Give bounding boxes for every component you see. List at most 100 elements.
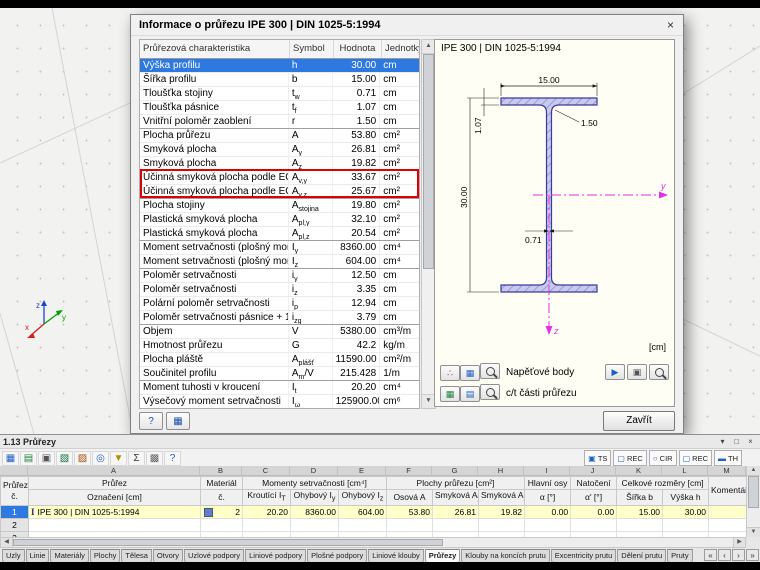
value-cell[interactable]: 0.00 — [524, 504, 572, 519]
property-row[interactable]: Plocha pláště Aplášť 11590.00 cm²/m — [140, 353, 419, 367]
stress-points-toggle[interactable]: ∴ — [440, 365, 460, 381]
tab[interactable]: Klouby na koncích prutu — [461, 549, 550, 562]
empty-cell[interactable] — [708, 517, 748, 532]
property-row[interactable]: Plastická smyková plocha Apl,y 32.10 cm² — [140, 213, 419, 227]
vertical-scrollbar[interactable]: ▲ ▼ — [746, 466, 760, 537]
panel-menu-icon[interactable]: ▾ — [716, 437, 729, 446]
value-cell[interactable]: 30.00 — [662, 504, 710, 519]
tab[interactable]: Excentricity prutu — [550, 549, 617, 562]
pattern-icon[interactable]: ▩ — [146, 450, 163, 466]
value-cell[interactable]: 53.80 — [386, 504, 434, 519]
empty-cell[interactable] — [662, 517, 710, 532]
property-row[interactable]: Účinná smyková plocha podle EC 3 Av,y 33.6… — [140, 171, 419, 185]
pointer-tool-button[interactable]: ▶ — [605, 364, 625, 380]
ct-parts-toggle[interactable]: ▦ — [440, 386, 460, 402]
stress-table-button[interactable]: ▦ — [166, 412, 190, 430]
tab[interactable]: Pruty — [667, 549, 693, 562]
zoom-window-button[interactable] — [649, 364, 669, 380]
empty-cell[interactable] — [570, 517, 618, 532]
property-row[interactable]: Tloušťka pásnice tf 1.07 cm — [140, 101, 419, 115]
stress-point-numbers-toggle[interactable]: ▦ — [460, 365, 480, 381]
property-row[interactable]: Objem V 5380.00 cm³/m — [140, 325, 419, 339]
scroll-down-icon[interactable]: ▼ — [747, 527, 760, 537]
scroll-up-icon[interactable]: ▲ — [747, 466, 760, 476]
property-row[interactable]: Tloušťka stojiny tw 0.71 cm — [140, 87, 419, 101]
dialog-close-icon[interactable]: × — [662, 18, 679, 33]
empty-cell[interactable] — [432, 517, 480, 532]
property-row[interactable]: Smyková plocha Ay 26.81 cm² — [140, 143, 419, 157]
property-row[interactable]: Smyková plocha Az 19.82 cm² — [140, 157, 419, 171]
tab[interactable]: Tělesa — [121, 549, 152, 562]
toggle-cir[interactable]: ○ CIR — [648, 450, 677, 466]
help-icon[interactable]: ? — [164, 450, 181, 466]
horizontal-scrollbar[interactable]: ◀ ▶ — [0, 537, 746, 548]
tab[interactable]: Uzlové podpory — [184, 549, 245, 562]
coordinate-system-button[interactable]: ▣ — [627, 364, 647, 380]
row-number[interactable]: 1 — [0, 504, 29, 519]
filter-icon[interactable]: ▼ — [110, 450, 127, 466]
dialog-titlebar[interactable]: Informace o průřezu IPE 300 | DIN 1025-5… — [131, 15, 683, 36]
section-drawing[interactable]: 15.00 30.00 1.07 1.50 0.71 y z — [437, 56, 672, 342]
nav-icon[interactable]: » — [746, 549, 759, 561]
value-cell[interactable]: 15.00 — [616, 504, 664, 519]
tab[interactable]: Otvory — [152, 549, 184, 562]
scroll-left-icon[interactable]: ◀ — [1, 538, 13, 547]
tab[interactable]: Liniové podpory — [245, 549, 307, 562]
import-icon[interactable]: ▨ — [74, 450, 91, 466]
panel-float-icon[interactable]: □ — [730, 437, 743, 446]
stress-points-zoom-button[interactable] — [480, 363, 500, 379]
property-row[interactable]: Moment tuhosti v kroucení It 20.20 cm⁴ — [140, 381, 419, 395]
help-button[interactable]: ? — [139, 412, 163, 430]
property-row[interactable]: Hmotnost průřezu G 42.2 kg/m — [140, 339, 419, 353]
property-row[interactable]: Vnitřní poloměr zaoblení r 1.50 cm — [140, 115, 419, 129]
value-cell[interactable]: 604.00 — [337, 504, 388, 519]
tab[interactable]: Liniové klouby — [368, 549, 424, 562]
tab[interactable]: Průřezy — [424, 549, 461, 562]
edit-table-icon[interactable]: ▦ — [2, 450, 19, 466]
close-button[interactable]: Zavřít — [603, 411, 675, 431]
ct-part-numbers-toggle[interactable]: ▤ — [460, 386, 480, 402]
tab[interactable]: Uzly — [2, 549, 25, 562]
tab[interactable]: Linie — [25, 549, 50, 562]
material-cell[interactable]: 2 — [200, 504, 243, 519]
tab[interactable]: Plošné podpory — [307, 549, 368, 562]
property-row[interactable]: Plocha průřezu A 53.80 cm² — [140, 129, 419, 143]
empty-cell[interactable] — [337, 517, 388, 532]
empty-cell[interactable] — [290, 517, 339, 532]
toggle-rec-1[interactable]: ▢ REC — [613, 450, 647, 466]
panel-titlebar[interactable]: 1.13 Průřezy ▾ □ × — [0, 435, 760, 449]
value-cell[interactable]: 26.81 — [432, 504, 480, 519]
row-number[interactable]: 2 — [0, 517, 29, 532]
tab[interactable]: Dělení prutu — [617, 549, 667, 562]
scrollbar-thumb[interactable] — [748, 476, 759, 508]
view-table-icon[interactable]: ▤ — [20, 450, 37, 466]
nav-icon[interactable]: « — [704, 549, 717, 561]
panel-close-icon[interactable]: × — [744, 437, 757, 446]
property-row[interactable]: Moment setrvačnosti (plošný moment 2. st… — [140, 255, 419, 269]
tab[interactable]: Materiály — [50, 549, 89, 562]
tab[interactable]: Plochy — [89, 549, 121, 562]
empty-cell[interactable] — [616, 517, 664, 532]
nav-icon[interactable]: › — [732, 549, 745, 561]
value-cell[interactable]: 0.00 — [570, 504, 618, 519]
scrollbar-thumb[interactable] — [13, 539, 443, 546]
property-row[interactable]: Poloměr setrvačnosti iy 12.50 cm — [140, 269, 419, 283]
property-row[interactable]: Výsečový moment setrvačnosti Iω 125900.00 c… — [140, 395, 419, 408]
property-row[interactable]: Šířka profilu b 15.00 cm — [140, 73, 419, 87]
property-row[interactable]: Polární poloměr setrvačnosti ip 12.94 cm — [140, 297, 419, 311]
property-row[interactable]: Poloměr setrvačnosti pásnice + 1/5 výšky… — [140, 311, 419, 325]
comment-cell[interactable] — [708, 504, 748, 519]
value-cell[interactable]: 19.82 — [478, 504, 526, 519]
ct-parts-zoom-button[interactable] — [480, 384, 500, 400]
print-icon[interactable]: ▣ — [38, 450, 55, 466]
workspace-canvas[interactable]: z y x Informace o průřezu IPE 300 | DIN … — [0, 8, 760, 562]
empty-cell[interactable] — [524, 517, 572, 532]
property-row[interactable]: Plocha stojiny Astojina 19.80 cm² — [140, 199, 419, 213]
toggle-rec-2[interactable]: ▢ REC — [678, 450, 712, 466]
property-row[interactable]: Moment setrvačnosti (plošný moment 2. st… — [140, 241, 419, 255]
property-row[interactable]: Účinná smyková plocha podle EC 3 Av,z 25.6… — [140, 185, 419, 199]
sum-icon[interactable]: Σ — [128, 450, 145, 466]
scrollbar-thumb[interactable] — [423, 54, 434, 269]
search-icon[interactable]: ◎ — [92, 450, 109, 466]
section-name-cell[interactable]: I IPE 300 | DIN 1025-5:1994 — [28, 504, 201, 519]
